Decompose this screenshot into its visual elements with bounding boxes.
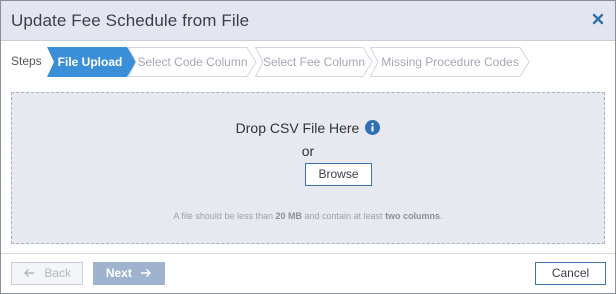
file-requirements-hint: A file should be less than 20 MB and con…: [12, 211, 604, 221]
arrow-left-icon: [23, 269, 34, 277]
or-separator: or: [301, 143, 315, 159]
hint-suffix: .: [440, 211, 443, 221]
hint-prefix: A file should be less than: [173, 211, 276, 221]
footer-divider: [1, 253, 615, 254]
hint-columns: two columns: [385, 211, 441, 221]
dialog-header: Update Fee Schedule from File: [1, 1, 615, 41]
next-button[interactable]: Next: [93, 262, 165, 285]
dialog-title: Update Fee Schedule from File: [11, 11, 250, 30]
csv-dropzone[interactable]: Drop CSV File Here or Browse A file shou…: [11, 92, 605, 244]
step-select-code-column[interactable]: Select Code Column: [128, 47, 257, 77]
cancel-button[interactable]: Cancel: [535, 262, 606, 285]
wizard-steps: Steps File Upload Select Code Column Sel…: [1, 47, 615, 77]
drop-prompt-line: Drop CSV File Here: [12, 120, 604, 136]
hint-size: 20 MB: [275, 211, 302, 221]
step-missing-procedure-codes[interactable]: Missing Procedure Codes: [370, 47, 530, 77]
close-icon[interactable]: [591, 12, 605, 26]
step-select-fee-column[interactable]: Select Fee Column: [255, 47, 373, 77]
step-label: Missing Procedure Codes: [381, 55, 519, 69]
step-file-upload[interactable]: File Upload: [47, 47, 137, 77]
info-icon[interactable]: [365, 120, 381, 135]
steps-label: Steps: [11, 54, 42, 68]
back-label: Back: [44, 266, 72, 280]
step-label: Select Code Column: [137, 55, 248, 69]
browse-button[interactable]: Browse: [305, 163, 372, 186]
hint-middle: and contain at least: [302, 211, 386, 221]
back-button[interactable]: Back: [11, 262, 83, 285]
step-label: File Upload: [57, 55, 123, 69]
step-label: Select Fee Column: [262, 55, 366, 69]
drop-prompt: Drop CSV File Here: [235, 120, 360, 136]
next-label: Next: [105, 266, 132, 280]
fee-schedule-dialog: Update Fee Schedule from File Steps File…: [0, 0, 616, 294]
arrow-right-icon: [141, 269, 152, 277]
